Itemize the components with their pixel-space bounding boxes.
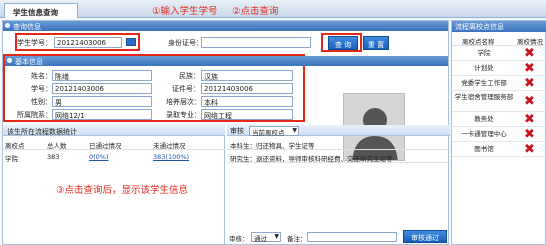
x-icon: ✖ xyxy=(524,61,535,76)
x-icon: ✖ xyxy=(524,127,535,142)
gender-value: 男 xyxy=(52,96,152,107)
x-icon: ✖ xyxy=(524,142,535,157)
basic-section-title: 基本信息 xyxy=(15,58,43,66)
side-row: 学院 ✖ xyxy=(452,46,546,61)
id-number-input[interactable] xyxy=(201,37,311,48)
reset-button[interactable]: 重 置 xyxy=(363,36,389,50)
chevron-down-icon: ▼ xyxy=(292,127,297,134)
major-value: 网络工程 xyxy=(201,109,293,120)
top-bar: 学生信息查询 ①输入学生学号 ②点击查询 xyxy=(0,0,546,18)
query-section-header: 查询信息 xyxy=(3,21,448,31)
highlight-search xyxy=(321,33,362,52)
chevron-down-icon: ▼ xyxy=(274,233,279,240)
x-icon: ✖ xyxy=(524,94,535,109)
remark-label: 备注： xyxy=(287,235,307,243)
x-icon: ✖ xyxy=(524,76,535,91)
side-row: 计划处 ✖ xyxy=(452,61,546,76)
audit-panel: 审核 当前离校点 ▼ 本科生：归还物具、学生证等 研究生：退还资料，导师审核科研… xyxy=(227,125,450,245)
college-label: 所属院系： xyxy=(17,111,52,119)
side-station-name: 学院 xyxy=(477,49,491,57)
side-panel: 流程离校点信息 离校点名称 离校情况 学院 ✖ 计划处 ✖ 党委学生工作部 ✖ … xyxy=(451,20,546,245)
major-label: 录取专业： xyxy=(166,111,201,119)
side-station-name: 图书馆 xyxy=(474,145,494,153)
x-icon: ✖ xyxy=(524,46,535,61)
level-label: 培养层次： xyxy=(166,98,201,106)
side-station-name: 教务处 xyxy=(474,115,494,123)
basic-section-header: 基本信息 xyxy=(5,56,448,66)
audit-station-select[interactable]: 当前离校点 ▼ xyxy=(249,126,299,137)
name-label: 姓名： xyxy=(31,72,52,80)
gender-label: 性别： xyxy=(31,98,52,106)
college-value: 网络12/1 xyxy=(52,109,152,120)
annotation-step3: ③点击查询后，显示该学生信息 xyxy=(56,185,189,196)
side-row: 教务处 ✖ xyxy=(452,112,546,127)
audit-label: 审核 xyxy=(230,127,244,135)
x-icon: ✖ xyxy=(524,112,535,127)
ethnicity-value: 汉族 xyxy=(201,70,293,81)
annotation-step1: ①输入学生学号 xyxy=(152,6,218,17)
side-station-name: 计划处 xyxy=(474,64,494,72)
tab-student-query[interactable]: 学生信息查询 xyxy=(4,3,78,18)
audit-result-value: 通过 xyxy=(254,235,267,243)
name-value: 陈缮 xyxy=(52,70,152,81)
side-station-name: 学生宿舍管理服务部 xyxy=(454,93,514,101)
highlight-student-no xyxy=(15,33,140,51)
stats-cell-station: 学院 xyxy=(5,155,18,163)
audit-result-label: 审核： xyxy=(229,235,249,243)
side-row: 图书馆 ✖ xyxy=(452,142,546,157)
level-value: 本科 xyxy=(201,96,293,107)
side-header: 流程离校点信息 xyxy=(452,21,546,32)
divider xyxy=(227,162,450,163)
audit-station-value: 当前离校点 xyxy=(252,129,285,137)
dot-icon xyxy=(5,23,10,28)
annotation-step2: ②点击查询 xyxy=(232,6,279,17)
id-label: 身份证号： xyxy=(168,39,203,47)
stats-cell-total: 383 xyxy=(47,153,60,161)
divider xyxy=(3,149,225,150)
stats-header: 该生所在流程数据统计 xyxy=(3,125,225,136)
main-panel: 查询信息 学生学号： 20121403006 身份证号： 查 询 重 置 基本信… xyxy=(2,20,450,245)
divider xyxy=(227,149,450,150)
sno-label: 学号： xyxy=(31,85,52,93)
approve-button[interactable]: 审核通过 xyxy=(403,230,447,243)
dot-icon xyxy=(7,58,12,63)
stats-link-failed[interactable]: 383(100%) xyxy=(153,153,189,161)
side-row: 学生宿舍管理服务部 ✖ xyxy=(452,91,546,112)
audit-result-select[interactable]: 通过 ▼ xyxy=(251,232,281,243)
stats-link-passed[interactable]: 0(0%) xyxy=(89,153,109,161)
idcard-label: 证件号： xyxy=(172,85,200,93)
idcard-value: 20121403006 xyxy=(201,83,293,94)
query-section-title: 查询信息 xyxy=(13,23,41,31)
ethnicity-label: 民族： xyxy=(179,72,200,80)
remark-input[interactable] xyxy=(307,232,397,242)
side-row: 党委学生工作部 ✖ xyxy=(452,76,546,91)
sno-value: 20121403006 xyxy=(52,83,152,94)
side-row: 一卡通管理中心 ✖ xyxy=(452,127,546,142)
side-station-name: 党委学生工作部 xyxy=(461,79,507,87)
side-station-name: 一卡通管理中心 xyxy=(461,130,507,138)
